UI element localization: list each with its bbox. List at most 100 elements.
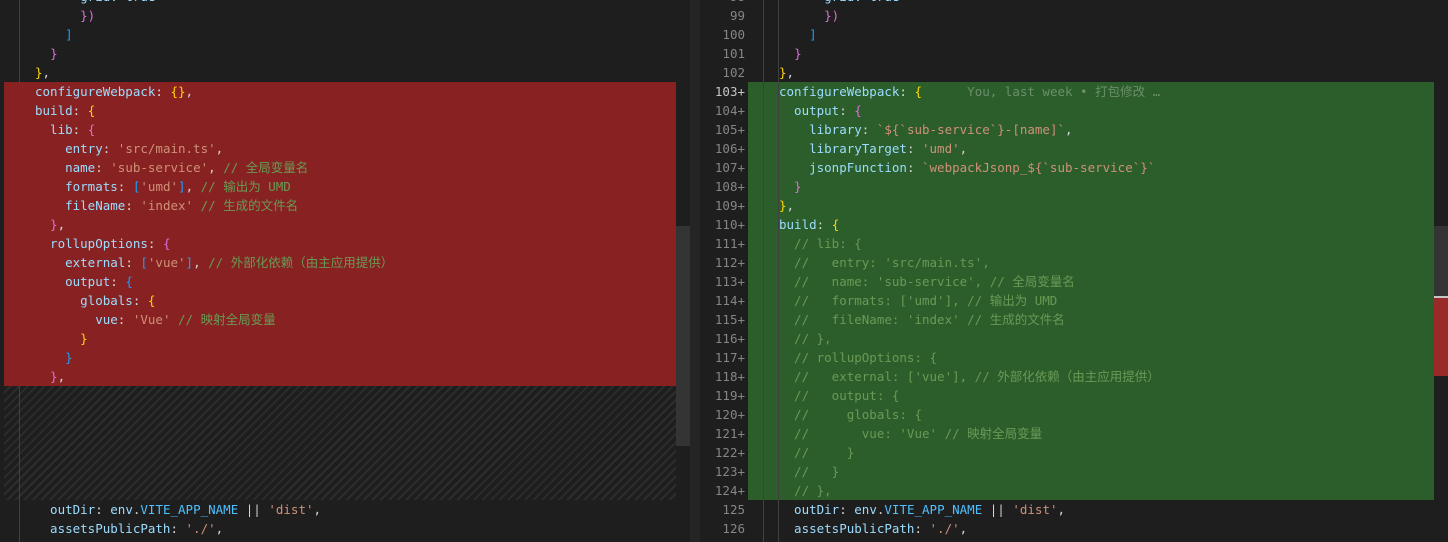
code-line[interactable]: 118+ // external: ['vue'], // 外部化依赖（由主应用… <box>700 367 1448 386</box>
code-line[interactable]: globals: { <box>0 291 690 310</box>
code-line[interactable]: 126 assetsPublicPath: './', <box>700 519 1448 538</box>
code-line[interactable]: rollupOptions: { <box>0 234 690 253</box>
code-line[interactable]: assetsPublicPath: './', <box>0 519 690 538</box>
code-line[interactable]: 104+ output: { <box>700 101 1448 120</box>
code-line[interactable]: }, <box>0 367 690 386</box>
code-line[interactable]: 117+ // rollupOptions: { <box>700 348 1448 367</box>
code-token: [ <box>140 255 148 270</box>
code-line[interactable] <box>0 462 690 481</box>
code-content: outDir: env.VITE_APP_NAME || 'dist', <box>779 500 1065 519</box>
code-line[interactable]: lib: { <box>0 120 690 139</box>
code-token: // 外部化依赖（由主应用提供） <box>208 255 394 270</box>
line-number: 103+ <box>714 84 745 99</box>
code-line[interactable]: 113+ // name: 'sub-service', // 全局变量名 <box>700 272 1448 291</box>
code-token: } <box>50 46 58 61</box>
code-line[interactable]: 120+ // globals: { <box>700 405 1448 424</box>
original-scrollbar[interactable] <box>676 0 690 542</box>
line-number: 123+ <box>714 464 745 479</box>
code-line[interactable]: 105+ library: `${`sub-service`}-[name]`, <box>700 120 1448 139</box>
code-line[interactable]: output: { <box>0 272 690 291</box>
code-line[interactable]: 101 } <box>700 44 1448 63</box>
code-line[interactable]: 111+ // lib: { <box>700 234 1448 253</box>
code-line[interactable]: 121+ // vue: 'Vue' // 映射全局变量 <box>700 424 1448 443</box>
code-token: build <box>35 103 73 118</box>
code-content: configureWebpack: { You, last week • 打包修… <box>779 82 1160 101</box>
code-token: external <box>35 255 126 270</box>
code-token: , <box>786 198 795 213</box>
code-token: : <box>110 274 126 289</box>
code-token: || <box>238 502 269 517</box>
git-blame-annotation[interactable]: You, last week • 打包修改 … <box>922 84 1160 99</box>
code-line[interactable]: outDir: env.VITE_APP_NAME || 'dist', <box>0 500 690 519</box>
code-line[interactable] <box>0 405 690 424</box>
code-line[interactable]: 114+ // formats: ['umd'], // 输出为 UMD <box>700 291 1448 310</box>
code-line[interactable]: 124+ // }, <box>700 481 1448 500</box>
code-token: configureWebpack <box>35 84 156 99</box>
original-editor-pane[interactable]: grid: true }) ] }},configureWebpack: {},… <box>0 0 690 542</box>
modified-editor-pane[interactable]: 98 grid: true99 })100 ]101 }102},103+con… <box>700 0 1448 542</box>
code-line[interactable]: }, <box>0 63 690 82</box>
code-content: external: ['vue'], // 外部化依赖（由主应用提供） <box>35 253 393 272</box>
code-line[interactable] <box>0 424 690 443</box>
code-line[interactable]: 123+ // } <box>700 462 1448 481</box>
code-line[interactable]: 107+ jsonpFunction: `webpackJsonp_${`sub… <box>700 158 1448 177</box>
code-line[interactable]: 119+ // output: { <box>700 386 1448 405</box>
code-line[interactable]: entry: 'src/main.ts', <box>0 139 690 158</box>
code-content: // }, <box>779 481 832 500</box>
code-line[interactable]: 108+ } <box>700 177 1448 196</box>
code-line[interactable]: 102}, <box>700 63 1448 82</box>
code-line[interactable]: 109+}, <box>700 196 1448 215</box>
code-line[interactable]: 122+ // } <box>700 443 1448 462</box>
code-content: // } <box>779 443 854 462</box>
code-line[interactable]: external: ['vue'], // 外部化依赖（由主应用提供） <box>0 253 690 272</box>
code-line[interactable]: 116+ // }, <box>700 329 1448 348</box>
code-line[interactable] <box>0 443 690 462</box>
code-line[interactable]: build: { <box>0 101 690 120</box>
modified-scrollbar[interactable] <box>1434 0 1448 542</box>
code-token: ] <box>65 27 73 42</box>
code-line[interactable]: } <box>0 348 690 367</box>
code-line[interactable]: fileName: 'index' // 生成的文件名 <box>0 196 690 215</box>
code-line[interactable]: 125 outDir: env.VITE_APP_NAME || 'dist', <box>700 500 1448 519</box>
line-number: 101 <box>722 46 745 61</box>
code-line[interactable]: 103+ configureWebpack: { You, last week •… <box>700 82 1448 101</box>
original-scroll-thumb[interactable] <box>676 226 690 446</box>
code-line[interactable]: 99 }) <box>700 6 1448 25</box>
code-line[interactable] <box>0 481 690 500</box>
code-line[interactable]: 115+ // fileName: 'index' // 生成的文件名 <box>700 310 1448 329</box>
code-line[interactable]: vue: 'Vue' // 映射全局变量 <box>0 310 690 329</box>
code-line[interactable]: formats: ['umd'], // 输出为 UMD <box>0 177 690 196</box>
diff-pane-sash[interactable] <box>690 0 700 542</box>
code-line[interactable]: 106+ libraryTarget: 'umd', <box>700 139 1448 158</box>
code-line[interactable]: } <box>0 329 690 348</box>
code-token: 'dist' <box>1012 502 1058 517</box>
code-token: : <box>906 141 922 156</box>
code-line[interactable]: } <box>0 44 690 63</box>
code-line[interactable]: ] <box>0 25 690 44</box>
code-line[interactable] <box>0 386 690 405</box>
code-content: }) <box>779 6 839 25</box>
code-token: } <box>35 369 58 384</box>
code-token: : <box>914 521 930 536</box>
code-token: 'umd' <box>922 141 960 156</box>
code-token: ] <box>178 179 186 194</box>
code-line[interactable]: 100 ] <box>700 25 1448 44</box>
code-token: // fileName: 'index' // 生成的文件名 <box>779 312 1065 327</box>
code-token: jsonpFunction <box>779 160 907 175</box>
code-line[interactable]: configureWebpack: {}, <box>0 82 690 101</box>
code-line[interactable]: 112+ // entry: 'src/main.ts', <box>700 253 1448 272</box>
code-token: vue <box>35 312 118 327</box>
code-line[interactable]: }) <box>0 6 690 25</box>
code-token: || <box>982 502 1013 517</box>
code-token: env <box>854 502 877 517</box>
code-line[interactable]: name: 'sub-service', // 全局变量名 <box>0 158 690 177</box>
code-token: // formats: ['umd'], // 输出为 UMD <box>779 293 1058 308</box>
code-token: } <box>35 65 43 80</box>
code-content: // fileName: 'index' // 生成的文件名 <box>779 310 1065 329</box>
code-token: output <box>35 274 111 289</box>
code-content: // } <box>779 462 839 481</box>
code-content: output: { <box>779 101 862 120</box>
code-line[interactable]: }, <box>0 215 690 234</box>
code-line[interactable]: 110+ build: { <box>700 215 1448 234</box>
